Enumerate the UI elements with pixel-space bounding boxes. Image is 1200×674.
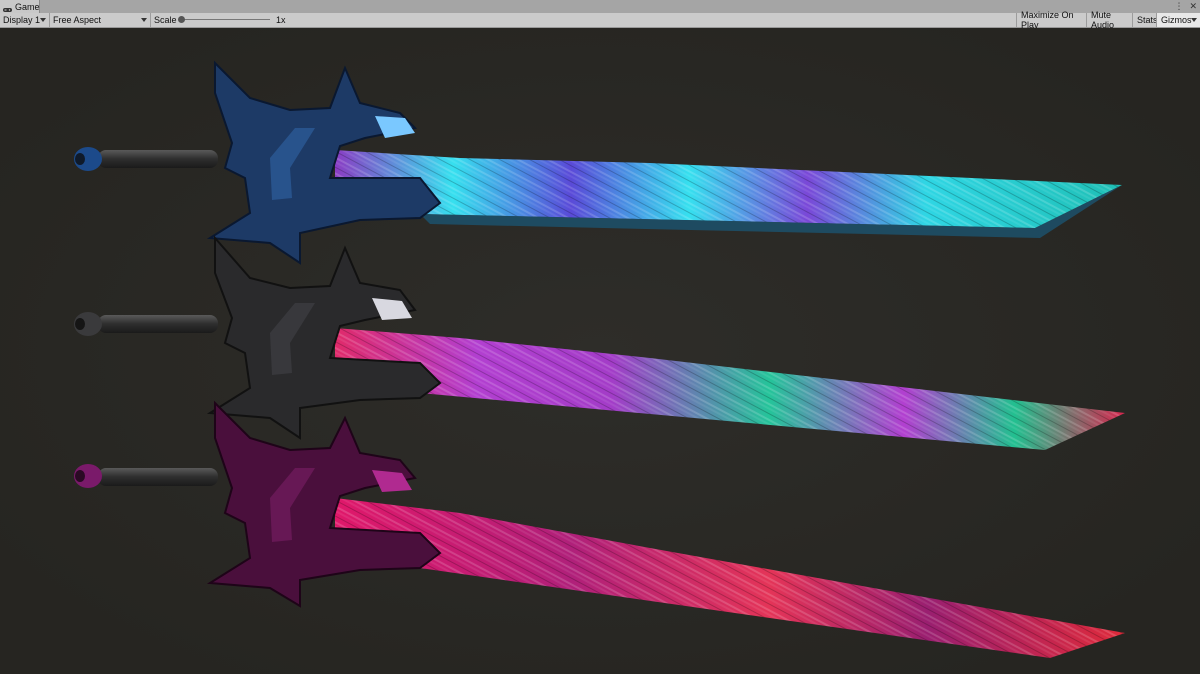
tab-game[interactable]: Game — [0, 0, 40, 13]
chevron-down-icon — [40, 18, 46, 22]
stats-label: Stats — [1137, 15, 1158, 25]
pommel-tip — [75, 470, 85, 482]
tab-label: Game — [15, 1, 40, 12]
chevron-down-icon — [1191, 18, 1197, 22]
scale-slider-handle[interactable] — [178, 16, 185, 23]
maximize-on-play-toggle[interactable]: Maximize On Play — [1016, 10, 1086, 30]
scale-label: Scale — [154, 15, 177, 25]
maximize-on-play-label: Maximize On Play — [1021, 10, 1074, 30]
chevron-down-icon — [141, 18, 147, 22]
grip — [98, 315, 218, 333]
grip — [98, 150, 218, 168]
display-dropdown[interactable]: Display 1 — [0, 13, 50, 27]
mute-audio-toggle[interactable]: Mute Audio — [1086, 10, 1132, 30]
stats-toggle[interactable]: Stats — [1132, 13, 1158, 27]
mute-audio-label: Mute Audio — [1091, 10, 1115, 30]
aspect-label: Free Aspect — [53, 15, 102, 25]
aspect-dropdown[interactable]: Free Aspect — [50, 13, 151, 27]
game-toolbar: Display 1 Free Aspect Scale 1x Maximize … — [0, 10, 1200, 30]
scale-slider-track[interactable] — [180, 19, 270, 20]
grip — [98, 468, 218, 486]
pommel-tip — [75, 153, 85, 165]
kebab-menu-icon[interactable]: ⋮ — [1174, 1, 1183, 12]
scale-value: 1x — [276, 15, 286, 25]
pommel-tip — [75, 318, 85, 330]
game-viewport[interactable] — [0, 28, 1200, 674]
gizmos-label: Gizmos — [1161, 15, 1192, 25]
window-tab-bar: Game ⋮ ✕ — [0, 0, 1200, 14]
display-label: Display 1 — [3, 15, 41, 25]
gamepad-icon — [3, 4, 12, 12]
gizmos-dropdown[interactable]: Gizmos — [1156, 13, 1200, 27]
close-icon[interactable]: ✕ — [1189, 1, 1197, 12]
